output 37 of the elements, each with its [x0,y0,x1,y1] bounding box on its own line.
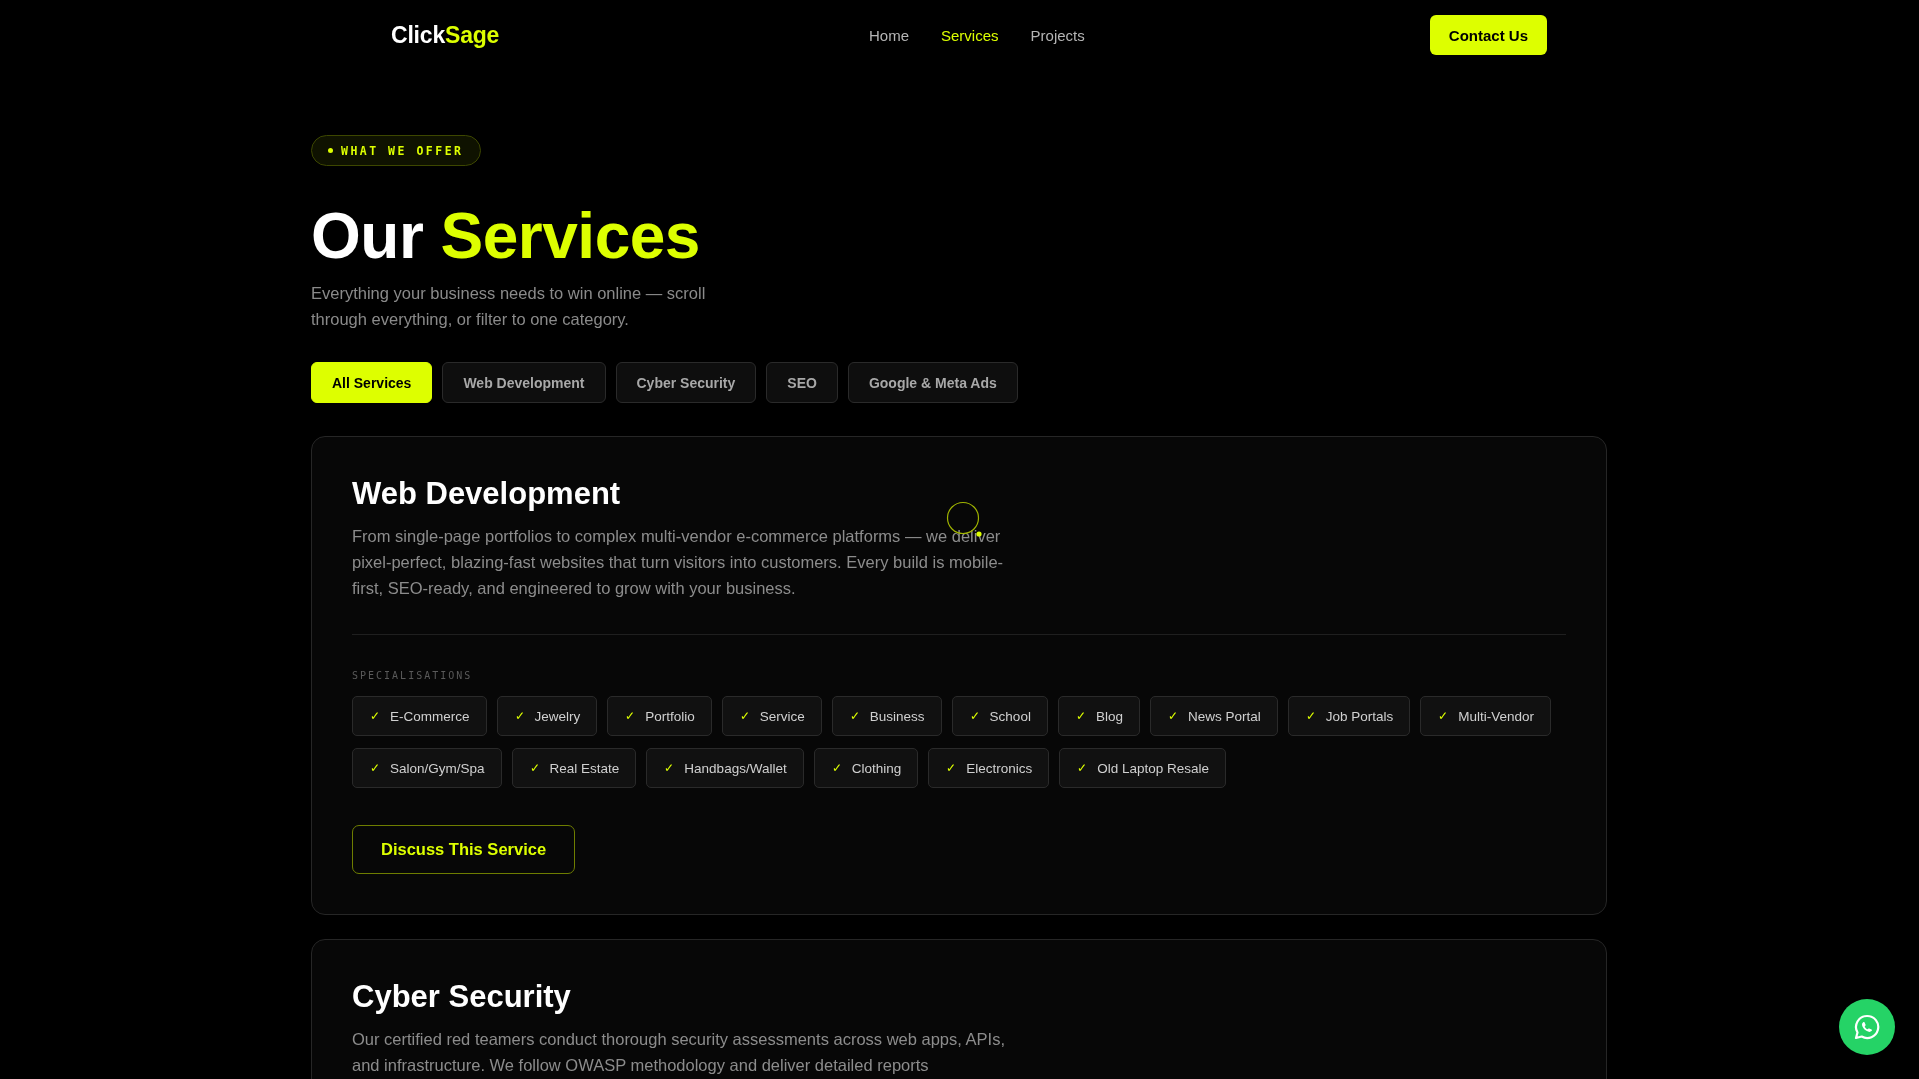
nav-link[interactable]: Home [869,26,909,44]
specialisation-tag: ✓ Blog [1057,696,1140,736]
filter-tab[interactable]: All Services [311,362,433,403]
specialisation-tag: ✓ Service [721,696,822,736]
page-title: Our Services [311,200,701,272]
specialisation-tag: ✓ Multi-Vendor [1420,696,1552,736]
filter-tab[interactable]: SEO [766,362,838,403]
section-badge: WHAT WE OFFER [311,135,481,166]
specialisation-tag: ✓ Real Estate [511,748,637,788]
page-description: Everything your business needs to win online — scroll through everything, or filter to one category. [311,283,707,330]
service-title: Cyber Security [352,978,572,1016]
service-description: From single-page portfolios to complex multi-vendor e-commerce platforms — we deliver pixel-perfect, blazing-fast websites that turn visitors into customers. Every build is mobile-first, SEO-ready, and engineered to grow with your business. [352,526,1005,599]
specialisation-tag: ✓ Job Portals [1287,696,1411,736]
filter-tab[interactable]: Web Development [442,362,606,403]
filter-tab[interactable]: Cyber Security [615,362,757,403]
service-title: Web Development [352,475,622,513]
specialisation-tag: ✓ School [951,696,1048,736]
service-description: Our certified red teamers conduct thorough security assessments across web apps, APIs, and infrastructure. We follow OWASP methodology and deliver detailed reports [352,1029,1006,1076]
logo[interactable]: ClickSage [391,21,721,49]
specialisation-tag: ✓ Portfolio [607,696,712,736]
specialisations-label: SPECIALISATIONS [352,670,474,681]
chat-icon [1853,1013,1881,1041]
nav-link[interactable]: Projects [1030,26,1085,44]
nav-link[interactable]: Services [941,26,999,44]
specialisation-tag: ✓ E-Commerce [352,696,487,736]
specialisation-tag: ✓ Jewelry [496,696,598,736]
filter-tab[interactable]: Google & Meta Ads [847,362,1018,403]
specialisation-tag: ✓ News Portal [1149,696,1278,736]
specialisation-tag: ✓ Clothing [813,748,919,788]
specialisation-tag: ✓ Handbags/Wallet [646,748,804,788]
specialisation-tag: ✓ Business [831,696,942,736]
discuss-button[interactable]: Discuss This Service [352,825,576,874]
specialisation-tag: ✓ Salon/Gym/Spa [352,748,502,788]
contact-button[interactable]: Contact Us [1429,15,1547,55]
specialisation-tag: ✓ Electronics [928,748,1050,788]
specialisation-tag: ✓ Old Laptop Resale [1059,748,1227,788]
whatsapp-button[interactable] [1839,999,1895,1055]
